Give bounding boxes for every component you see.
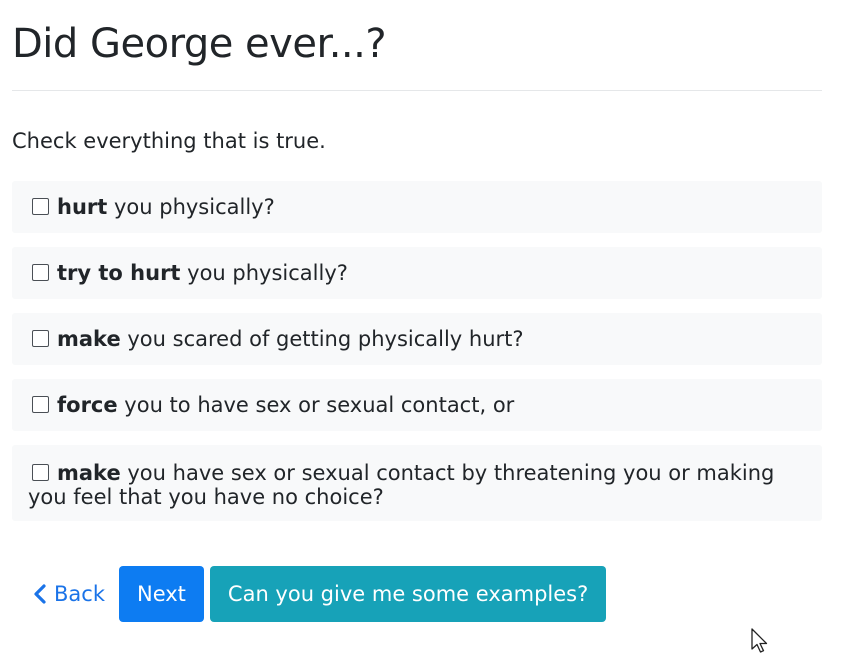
- examples-button[interactable]: Can you give me some examples?: [209, 566, 607, 622]
- checkbox-unchecked-icon[interactable]: [32, 464, 49, 481]
- option-scared[interactable]: make you scared of getting physically hu…: [12, 313, 822, 365]
- option-bold-text: make: [57, 327, 121, 351]
- option-bold-text: hurt: [57, 195, 108, 219]
- option-threatening[interactable]: make you have sex or sexual contact by t…: [12, 445, 822, 521]
- checkbox-unchecked-icon[interactable]: [32, 396, 49, 413]
- instruction-text: Check everything that is true.: [12, 129, 326, 153]
- option-bold-text: try to hurt: [57, 261, 181, 285]
- questionnaire-page: Did George ever...? Check everything tha…: [12, 0, 822, 535]
- option-text: you have sex or sexual contact by threat…: [28, 461, 775, 509]
- mouse-pointer-icon: [751, 628, 768, 653]
- option-hurt[interactable]: hurt you physically?: [12, 181, 822, 233]
- back-button[interactable]: Back: [12, 566, 119, 622]
- option-text: you physically?: [107, 195, 275, 219]
- option-text: you physically?: [180, 261, 348, 285]
- option-text: you to have sex or sexual contact, or: [117, 393, 515, 417]
- back-button-label: Back: [54, 582, 105, 606]
- option-try-to-hurt[interactable]: try to hurt you physically?: [12, 247, 822, 299]
- chevron-left-icon: [34, 584, 46, 604]
- options-list: hurt you physically? try to hurt you phy…: [12, 181, 822, 521]
- option-force[interactable]: force you to have sex or sexual contact,…: [12, 379, 822, 431]
- title-divider: [12, 90, 822, 91]
- page-title: Did George ever...?: [12, 21, 387, 67]
- checkbox-unchecked-icon[interactable]: [32, 330, 49, 347]
- next-button[interactable]: Next: [118, 566, 204, 622]
- option-bold-text: make: [57, 461, 121, 485]
- action-bar: Back Next Can you give me some examples?: [12, 566, 607, 622]
- option-text: you scared of getting physically hurt?: [120, 327, 524, 351]
- checkbox-unchecked-icon[interactable]: [32, 198, 49, 215]
- checkbox-unchecked-icon[interactable]: [32, 264, 49, 281]
- option-bold-text: force: [57, 393, 118, 417]
